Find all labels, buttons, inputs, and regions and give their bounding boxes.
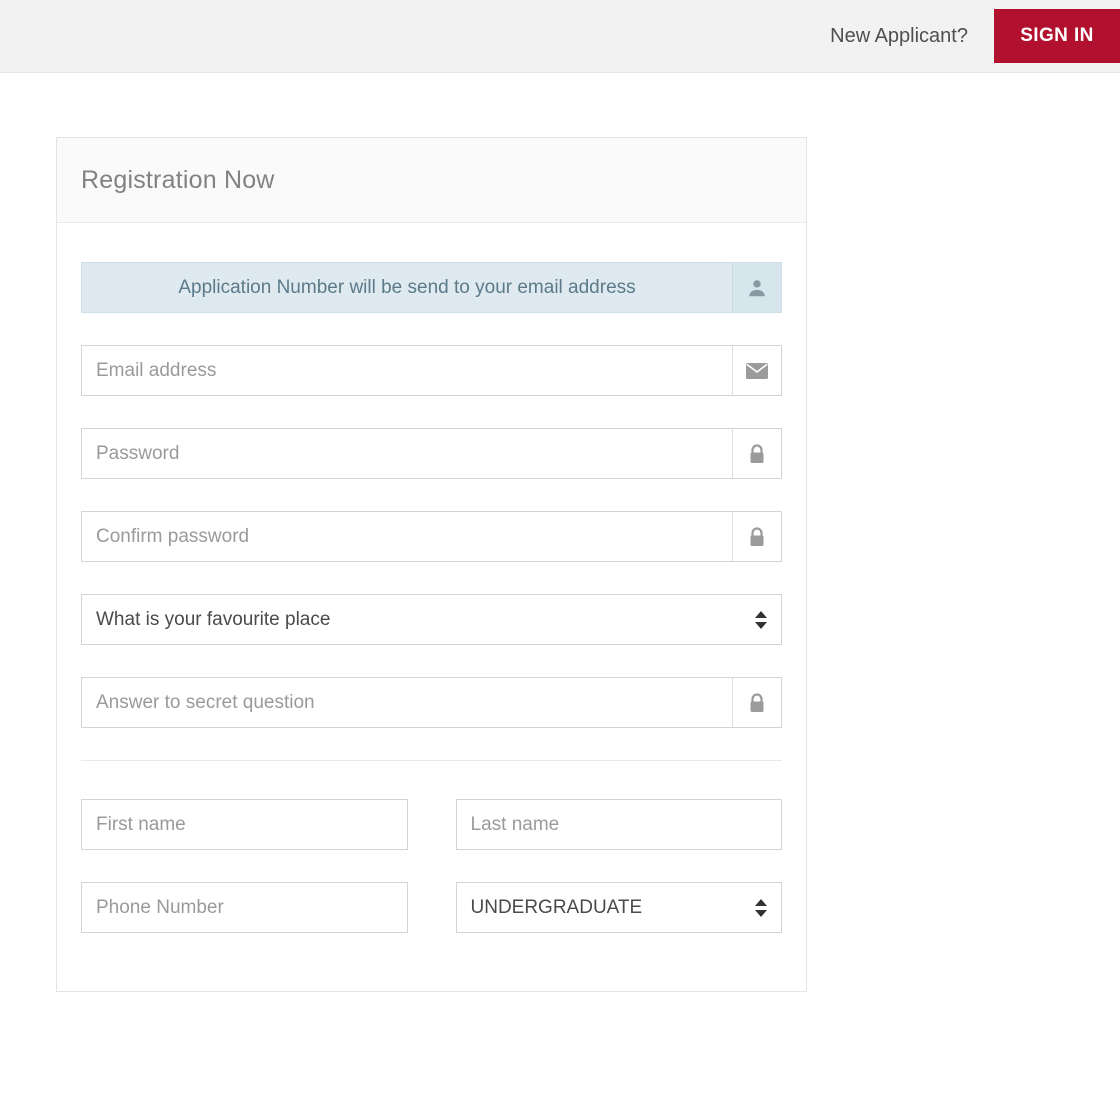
secret-question-row: What is your favourite place [81, 594, 782, 645]
level-select-wrap: UNDERGRADUATE [455, 882, 782, 933]
last-name-col [455, 799, 782, 850]
password-input-group [81, 428, 782, 479]
level-col: UNDERGRADUATE [455, 882, 782, 933]
sign-in-button[interactable]: SIGN IN [994, 9, 1120, 63]
registration-card-header: Registration Now [57, 138, 806, 223]
envelope-icon [732, 346, 781, 395]
top-header-actions: New Applicant? SIGN IN [830, 0, 1120, 72]
name-row [81, 799, 782, 850]
email-field[interactable] [82, 346, 732, 395]
application-number-notice: Application Number will be send to your … [81, 262, 782, 313]
email-input-group [81, 345, 782, 396]
lock-icon [732, 429, 781, 478]
secret-answer-input-group [81, 677, 782, 728]
first-name-col [81, 799, 408, 850]
user-icon [732, 263, 781, 312]
registration-card: Registration Now Application Number will… [56, 137, 807, 992]
notice-row: Application Number will be send to your … [81, 262, 782, 313]
level-select[interactable]: UNDERGRADUATE [456, 883, 781, 932]
password-row [81, 428, 782, 479]
secret-answer-field[interactable] [82, 678, 732, 727]
phone-col [81, 882, 408, 933]
secret-question-select[interactable]: What is your favourite place [82, 595, 781, 644]
confirm-password-row [81, 511, 782, 562]
email-row [81, 345, 782, 396]
new-applicant-label: New Applicant? [830, 24, 968, 47]
secret-answer-row [81, 677, 782, 728]
password-field[interactable] [82, 429, 732, 478]
secret-question-select-wrap: What is your favourite place [81, 594, 782, 645]
personal-details-section: UNDERGRADUATE [57, 761, 806, 991]
confirm-password-input-group [81, 511, 782, 562]
registration-card-body: Application Number will be send to your … [57, 223, 806, 761]
phone-level-row: UNDERGRADUATE [81, 882, 782, 933]
notice-text: Application Number will be send to your … [178, 276, 636, 298]
first-name-field[interactable] [81, 799, 408, 850]
page-title: Registration Now [81, 165, 275, 194]
last-name-field[interactable] [455, 799, 782, 850]
confirm-password-field[interactable] [82, 512, 732, 561]
phone-number-field[interactable] [81, 882, 408, 933]
lock-icon [732, 512, 781, 561]
lock-icon [732, 678, 781, 727]
top-header-bar: New Applicant? SIGN IN [0, 0, 1120, 73]
